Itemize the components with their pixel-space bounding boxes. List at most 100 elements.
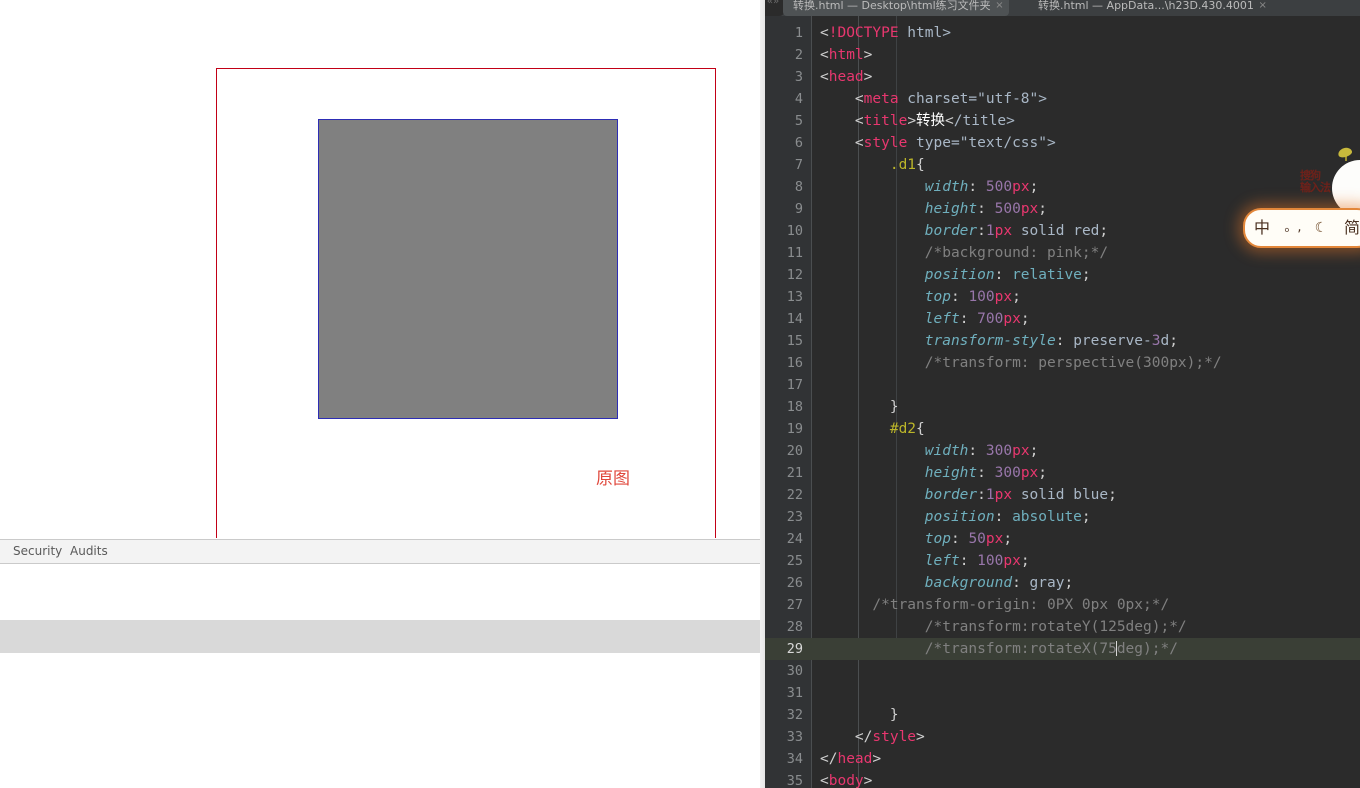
code-text: position: relative;	[924, 267, 1091, 283]
ime-language-mode[interactable]: 中	[1245, 210, 1279, 246]
editor-tabbar: «» 转换.html — Desktop\html练习文件夹 × 转换.html…	[765, 0, 1360, 16]
line-number: 13	[786, 289, 803, 305]
code-text: transform-style: preserve-3d;	[924, 333, 1178, 349]
line-number: 35	[786, 773, 803, 788]
code-text: border:1px solid red;	[924, 223, 1109, 239]
inner-gray-box	[318, 119, 618, 419]
editor-tab-label: 转换.html — Desktop\html练习文件夹	[793, 0, 991, 12]
code-text: /*transform-origin: 0PX 0px 0px;*/	[872, 597, 1170, 613]
code-line[interactable]: 14 left: 700px;	[765, 308, 1360, 330]
devtools-body	[0, 565, 765, 788]
editor-tab-label: 转换.html — AppData...\h23D.430.4001	[1038, 0, 1254, 12]
code-text: left: 700px;	[924, 311, 1030, 327]
code-text: <body>	[820, 773, 873, 788]
close-icon[interactable]: ×	[995, 0, 1003, 16]
line-number: 12	[786, 267, 803, 283]
ime-toolbar[interactable]: 中 。, ☾ 简	[1243, 208, 1360, 248]
code-line[interactable]: 5 <title>转换</title>	[765, 110, 1360, 132]
devtools-tab-audits[interactable]: Audits	[70, 544, 108, 558]
code-editor-pane: «» 转换.html — Desktop\html练习文件夹 × 转换.html…	[765, 0, 1360, 788]
code-line[interactable]: 20 width: 300px;	[765, 440, 1360, 462]
line-number: 19	[786, 421, 803, 437]
line-number: 17	[786, 377, 803, 393]
code-text: /*background: pink;*/	[924, 245, 1109, 261]
code-area[interactable]: 1 <!DOCTYPE html> 2 <html> 3 <head> 4 <meta ch…	[765, 16, 1360, 788]
code-line[interactable]: 6 <style type="text/css">	[765, 132, 1360, 154]
line-number: 5	[794, 113, 803, 129]
code-text: height: 300px;	[924, 465, 1048, 481]
code-text: #d2{	[889, 421, 925, 437]
line-number: 18	[786, 399, 803, 415]
code-line[interactable]: 7 .d1{	[765, 154, 1360, 176]
code-line[interactable]: 23 position: absolute;	[765, 506, 1360, 528]
code-line[interactable]: 17	[765, 374, 1360, 396]
line-number: 8	[794, 179, 803, 195]
code-line[interactable]: 32 }	[765, 704, 1360, 726]
code-line[interactable]: 8 width: 500px;	[765, 176, 1360, 198]
line-number: 28	[786, 619, 803, 635]
code-line[interactable]: 18 }	[765, 396, 1360, 418]
line-number: 22	[786, 487, 803, 503]
line-number: 15	[786, 333, 803, 349]
code-line[interactable]: 35 <body>	[765, 770, 1360, 788]
code-line[interactable]: 21 height: 300px;	[765, 462, 1360, 484]
code-line[interactable]: 2 <html>	[765, 44, 1360, 66]
line-number: 23	[786, 509, 803, 525]
code-line[interactable]: 3 <head>	[765, 66, 1360, 88]
outer-red-box	[216, 68, 716, 538]
code-line[interactable]: 22 border:1px solid blue;	[765, 484, 1360, 506]
code-text: height: 500px;	[924, 201, 1048, 217]
line-number: 21	[786, 465, 803, 481]
original-image-label: 原图	[596, 469, 630, 489]
code-line[interactable]: 33 </style>	[765, 726, 1360, 748]
code-line[interactable]: 15 transform-style: preserve-3d;	[765, 330, 1360, 352]
editor-tab-active[interactable]: 转换.html — Desktop\html练习文件夹 ×	[783, 0, 1009, 16]
code-text: .d1{	[889, 157, 925, 173]
close-icon[interactable]: ×	[1259, 0, 1267, 16]
chevrons-icon: «»	[767, 0, 780, 7]
code-line[interactable]: 29 /*transform:rotateX(75deg);*/	[765, 638, 1360, 660]
code-text: top: 100px;	[924, 289, 1021, 305]
code-line[interactable]: 31	[765, 682, 1360, 704]
code-line[interactable]: 4 <meta charset="utf-8">	[765, 88, 1360, 110]
code-text: <style type="text/css">	[854, 135, 1056, 151]
code-line[interactable]: 27 /*transform-origin: 0PX 0px 0px;*/	[765, 594, 1360, 616]
page-viewport: 原图	[0, 0, 765, 538]
code-line[interactable]: 30	[765, 660, 1360, 682]
code-line[interactable]: 28 /*transform:rotateY(125deg);*/	[765, 616, 1360, 638]
tab-nav-button[interactable]: «»	[765, 0, 785, 16]
code-text: width: 500px;	[924, 179, 1039, 195]
code-text: </head>	[820, 751, 882, 767]
code-line[interactable]: 13 top: 100px;	[765, 286, 1360, 308]
code-line[interactable]: 12 position: relative;	[765, 264, 1360, 286]
ime-punctuation-mode[interactable]: 。,	[1279, 210, 1307, 246]
code-line[interactable]: 24 top: 50px;	[765, 528, 1360, 550]
devtools-tab-security[interactable]: Security	[13, 544, 62, 558]
code-line[interactable]: 16 /*transform: perspective(300px);*/	[765, 352, 1360, 374]
code-line[interactable]: 34 </head>	[765, 748, 1360, 770]
editor-tab-inactive[interactable]: 转换.html — AppData...\h23D.430.4001 ×	[1028, 0, 1272, 16]
ime-simplified-mode[interactable]: 简	[1335, 210, 1360, 246]
code-text: width: 300px;	[924, 443, 1039, 459]
code-line[interactable]: 1 <!DOCTYPE html>	[765, 22, 1360, 44]
line-number: 14	[786, 311, 803, 327]
code-text: <html>	[820, 47, 873, 63]
line-number: 11	[786, 245, 803, 261]
code-text: background: gray;	[924, 575, 1074, 591]
line-number: 3	[794, 69, 803, 85]
line-number: 1	[794, 25, 803, 41]
devtools-top-divider	[0, 565, 765, 566]
code-line[interactable]: 19 #d2{	[765, 418, 1360, 440]
code-text: left: 100px;	[924, 553, 1030, 569]
code-text: }	[889, 707, 899, 723]
code-text: /*transform:rotateX(75deg);*/	[924, 641, 1178, 657]
line-number: 31	[786, 685, 803, 701]
ime-night-mode-icon[interactable]: ☾	[1307, 210, 1335, 246]
line-number: 20	[786, 443, 803, 459]
line-number: 6	[794, 135, 803, 151]
browser-pane: 原图 Security Audits	[0, 0, 765, 788]
code-text: <!DOCTYPE html>	[820, 25, 951, 41]
code-line[interactable]: 26 background: gray;	[765, 572, 1360, 594]
devtools-gray-band	[0, 620, 760, 653]
code-line[interactable]: 25 left: 100px;	[765, 550, 1360, 572]
